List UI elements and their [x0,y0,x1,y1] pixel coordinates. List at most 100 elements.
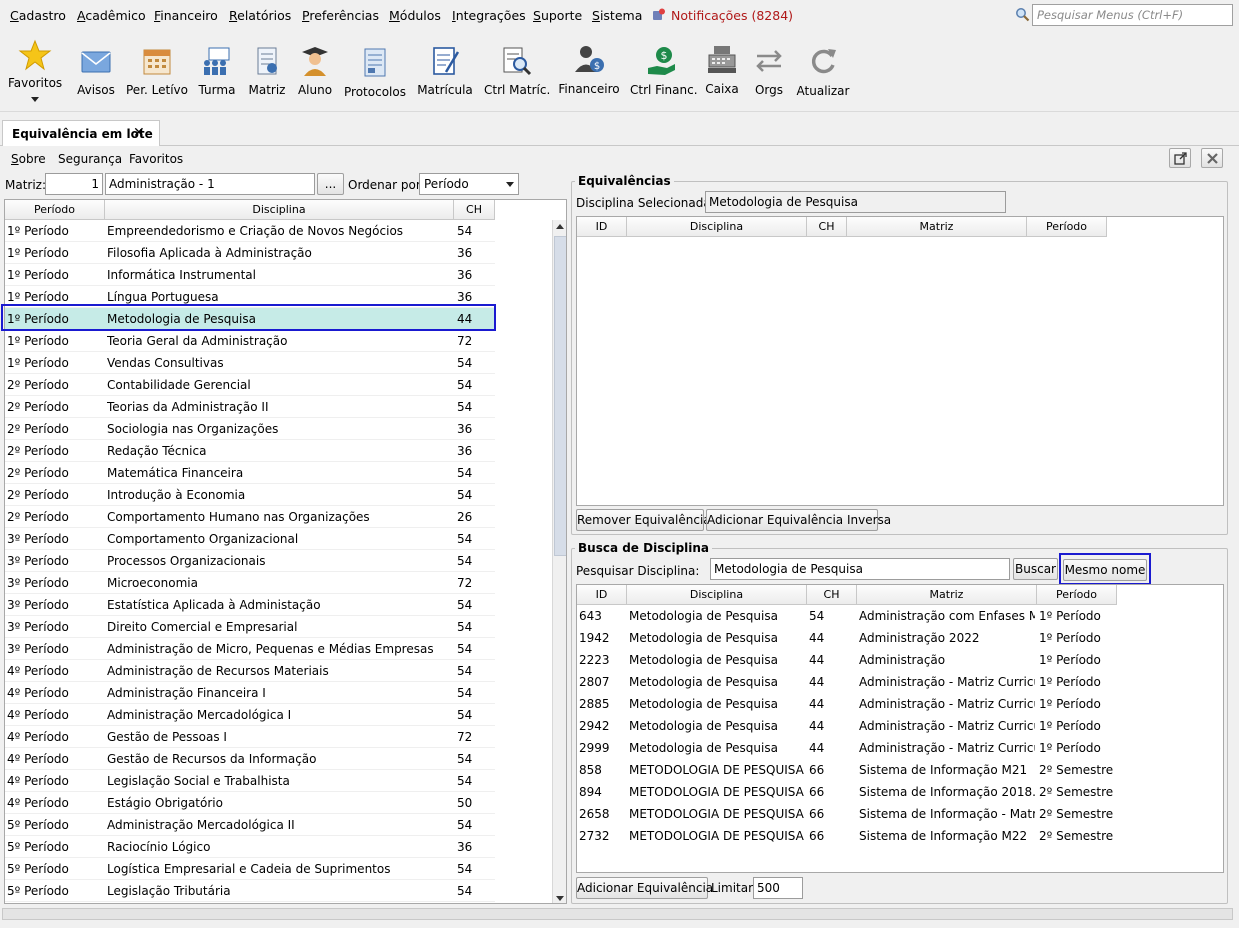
menu-seguranca[interactable]: Segurança [58,152,122,166]
table-row[interactable]: 3º Período Direito Comercial e Empresaria… [5,616,495,638]
table-row[interactable]: 5º Período Logística Empresarial e Cadeia… [5,858,495,880]
table-row[interactable]: 2732 METODOLOGIA DE PESQUISA C... 66 Sistem… [577,825,1117,847]
toolbar-matricula-button[interactable]: Matrícula [416,30,474,112]
adicionar-equivalencia-button[interactable]: Adicionar Equivalência [576,877,713,899]
browse-matriz-button[interactable]: ... [317,173,344,195]
table-row[interactable]: 5º Período Legislação Tributária 54 [5,880,495,902]
table-row[interactable]: 2º Período Comportamento Humano nas Organ… [5,506,495,528]
table-row[interactable]: 3º Período Estatística Aplicada à Adminis… [5,594,495,616]
table-row[interactable]: 1º Período Língua Portuguesa 36 [5,286,495,308]
table-row[interactable]: 4º Período Gestão de Recursos da Informaç… [5,748,495,770]
column-matriz[interactable]: Matriz [847,217,1027,237]
menu-integracoes[interactable]: Integrações [452,8,526,23]
table-row[interactable]: 4º Período Legislação Social e Trabalhist… [5,770,495,792]
menu-financeiro[interactable]: Financeiro [154,8,218,23]
adicionar-equivalencia-inversa-button[interactable]: Adicionar Equivalência Inversa [706,509,891,531]
menu-modulos[interactable]: Módulos [389,8,441,23]
column-disciplina[interactable]: Disciplina [105,200,454,220]
table-row[interactable]: 894 METODOLOGIA DE PESQUISA C... 66 Sistema… [577,781,1117,803]
column-disciplina[interactable]: Disciplina [627,585,807,605]
toolbar-favoritos-button[interactable]: Favoritos [8,30,62,112]
menu-preferencias[interactable]: Preferências [302,8,379,23]
menu-sistema[interactable]: Sistema [592,8,642,23]
table-row[interactable]: 2º Período Matemática Financeira 54 [5,462,495,484]
toolbar-avisos-button[interactable]: Avisos [74,30,118,112]
column-id[interactable]: ID [577,585,627,605]
toolbar-ctrl-financeiro-button[interactable]: $ Ctrl Financ. [630,30,698,112]
toolbar-turma-button[interactable]: Turma [195,30,239,112]
table-row[interactable]: 2999 Metodologia de Pesquisa 44 Administraç… [577,737,1117,759]
buscar-button[interactable]: Buscar [1013,558,1058,580]
toolbar-caixa-button[interactable]: Caixa [702,30,742,112]
table-row[interactable]: 4º Período Estágio Obrigatório 50 [5,792,495,814]
matriz-name-input[interactable]: Administração - 1 [105,173,315,195]
table-row[interactable]: 4º Período Gestão de Pessoas I 72 [5,726,495,748]
column-ch[interactable]: CH [454,200,495,220]
menu-favoritos[interactable]: Favoritos [129,152,183,166]
table-row[interactable]: 1º Período Informática Instrumental 36 [5,264,495,286]
table-row[interactable]: 643 Metodologia de Pesquisa 54 Administraçã… [577,605,1117,627]
toolbar-orgs-button[interactable]: Orgs [750,30,788,112]
table-row[interactable]: 1º Período Metodologia de Pesquisa 44 [5,308,495,330]
menu-cadastro[interactable]: Cadastro [10,8,66,23]
table-row[interactable]: 2658 METODOLOGIA DE PESQUISA C... 66 Sistem… [577,803,1117,825]
column-id[interactable]: ID [577,217,627,237]
close-window-button[interactable] [1201,148,1223,168]
table-row[interactable]: 1º Período Filosofia Aplicada à Administr… [5,242,495,264]
scroll-thumb[interactable] [554,236,566,556]
menu-relatorios[interactable]: Relatórios [229,8,291,23]
limitar-input[interactable]: 500 [753,877,803,899]
table-row[interactable]: 2º Período Introdução à Economia 54 [5,484,495,506]
column-ch[interactable]: CH [807,585,857,605]
vertical-scrollbar[interactable] [552,220,566,903]
toolbar-matriz-button[interactable]: Matriz [246,30,288,112]
toolbar-financeiro-button[interactable]: $ Financeiro [558,30,620,112]
toolbar-atualizar-button[interactable]: Atualizar [796,30,850,112]
tab-equivalencia-em-lote[interactable]: Equivalência em lote ✕ [2,120,160,146]
column-disciplina[interactable]: Disciplina [627,217,807,237]
table-row[interactable]: 4º Período Administração Financeira I 54 [5,682,495,704]
table-row[interactable]: 2º Período Contabilidade Gerencial 54 [5,374,495,396]
table-row[interactable]: 4º Período Administração de Recursos Mate… [5,660,495,682]
popout-button[interactable] [1169,148,1191,168]
menu-academico[interactable]: Acadêmico [77,8,146,23]
toolbar-protocolos-button[interactable]: Protocolos [344,30,406,112]
notifications-link[interactable]: Notificações (8284) [652,8,793,23]
scroll-up-icon[interactable] [556,224,564,229]
table-row[interactable]: 2942 Metodologia de Pesquisa 44 Administraç… [577,715,1117,737]
table-row[interactable]: 3º Período Administração de Micro, Pequen… [5,638,495,660]
pesquisar-disciplina-input[interactable]: Metodologia de Pesquisa [710,558,1010,580]
scroll-down-icon[interactable] [556,896,564,901]
column-periodo[interactable]: Período [1037,585,1117,605]
toolbar-ctrl-matricula-button[interactable]: Ctrl Matríc. [484,30,550,112]
table-row[interactable]: 3º Período Microeconomia 72 [5,572,495,594]
table-row[interactable]: 1º Período Empreendedorismo e Criação de … [5,220,495,242]
horizontal-scrollbar[interactable] [2,908,1233,920]
table-row[interactable]: 858 METODOLOGIA DE PESQUISA C... 66 Sistema… [577,759,1117,781]
search-menu-input[interactable]: Pesquisar Menus (Ctrl+F) [1032,4,1233,26]
table-row[interactable]: 2º Período Redação Técnica 36 [5,440,495,462]
table-row[interactable]: 2807 Metodologia de Pesquisa 44 Administraç… [577,671,1117,693]
menu-sobre[interactable]: Sobre [11,152,46,166]
table-row[interactable]: 1942 Metodologia de Pesquisa 44 Administraç… [577,627,1117,649]
table-row[interactable]: 5º Período Administração Mercadológica II… [5,814,495,836]
table-row[interactable]: 2885 Metodologia de Pesquisa 44 Administraç… [577,693,1117,715]
toolbar-periodo-letivo-button[interactable]: Per. Letívo [126,30,188,112]
column-periodo[interactable]: Período [5,200,105,220]
table-row[interactable]: 3º Período Processos Organizacionais 54 [5,550,495,572]
mesmo-nome-button[interactable]: Mesmo nome [1063,559,1147,581]
table-row[interactable]: 3º Período Comportamento Organizacional 54 [5,528,495,550]
ordenar-select[interactable]: Período [419,173,519,195]
table-row[interactable]: 5º Período Raciocínio Lógico 36 [5,836,495,858]
menu-suporte[interactable]: Suporte [533,8,582,23]
close-icon[interactable]: ✕ [133,125,145,141]
column-periodo[interactable]: Período [1027,217,1107,237]
matriz-id-input[interactable]: 1 [45,173,103,195]
table-row[interactable]: 4º Período Administração Mercadológica I 5… [5,704,495,726]
column-matriz[interactable]: Matriz [857,585,1037,605]
remover-equivalencia-button[interactable]: Remover Equivalência [576,509,711,531]
table-row[interactable]: 2º Período Sociologia nas Organizações 36 [5,418,495,440]
toolbar-aluno-button[interactable]: Aluno [294,30,336,112]
table-row[interactable]: 2223 Metodologia de Pesquisa 44 Administraç… [577,649,1117,671]
table-row[interactable]: 1º Período Teoria Geral da Administração 7… [5,330,495,352]
